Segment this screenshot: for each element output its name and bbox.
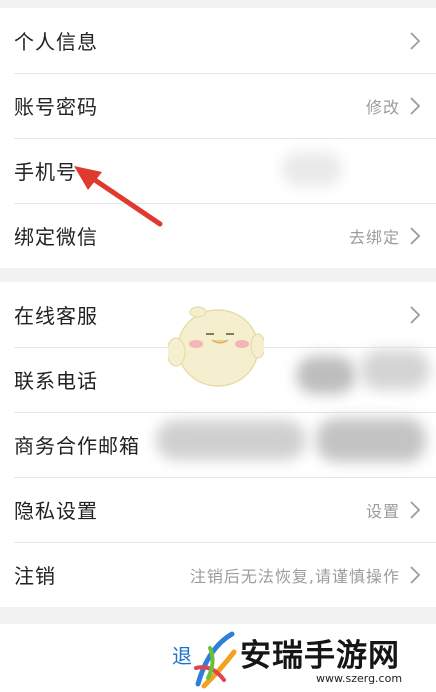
top-spacer — [0, 0, 436, 8]
row-label: 个人信息 — [14, 30, 98, 54]
redacted-contact-phone — [296, 356, 356, 394]
row-phone-number[interactable]: 手机号 — [0, 138, 436, 203]
red-arrow-annotation — [74, 166, 163, 227]
row-label: 隐私设置 — [14, 499, 98, 523]
row-cancel-account[interactable]: 注销 注销后无法恢复,请谨慎操作 — [0, 542, 436, 607]
row-label: 手机号 — [14, 160, 77, 184]
row-label: 注销 — [14, 564, 56, 588]
redacted-phone-value — [282, 152, 342, 186]
row-privacy-settings[interactable]: 隐私设置 设置 — [0, 477, 436, 542]
chevron-right-icon — [408, 31, 422, 51]
chevron-right-icon — [408, 500, 422, 520]
row-value: 注销后无法恢复,请谨慎操作 — [189, 566, 400, 586]
site-watermark: 安瑞手游网 www.szerg.com — [188, 628, 436, 692]
watermark-name: 安瑞手游网 — [240, 638, 400, 674]
chevron-right-icon — [408, 305, 422, 325]
row-label: 联系电话 — [14, 369, 98, 393]
chevron-right-icon — [408, 565, 422, 585]
redacted-business-email — [316, 418, 426, 462]
row-bind-wechat[interactable]: 绑定微信 去绑定 — [0, 203, 436, 268]
row-account-password[interactable]: 账号密码 修改 — [0, 73, 436, 138]
watermark-logo-icon — [194, 631, 237, 689]
section-gap — [0, 268, 436, 282]
mascot-chick-icon — [168, 306, 264, 387]
row-value: 设置 — [365, 501, 400, 521]
row-label: 账号密码 — [14, 95, 98, 119]
redacted-business-email — [156, 420, 306, 460]
chevron-right-icon — [408, 226, 422, 246]
redacted-contact-phone — [360, 350, 430, 390]
chevron-right-icon — [408, 96, 422, 116]
watermark-url: www.szerg.com — [316, 672, 403, 685]
row-label: 商务合作邮箱 — [14, 434, 140, 458]
row-personal-info[interactable]: 个人信息 — [0, 8, 436, 73]
row-value: 去绑定 — [348, 227, 400, 247]
row-label: 在线客服 — [14, 304, 98, 328]
row-value: 修改 — [365, 97, 400, 117]
account-settings-group: 个人信息 账号密码 修改 手机号 绑定微信 去绑定 — [0, 8, 436, 268]
